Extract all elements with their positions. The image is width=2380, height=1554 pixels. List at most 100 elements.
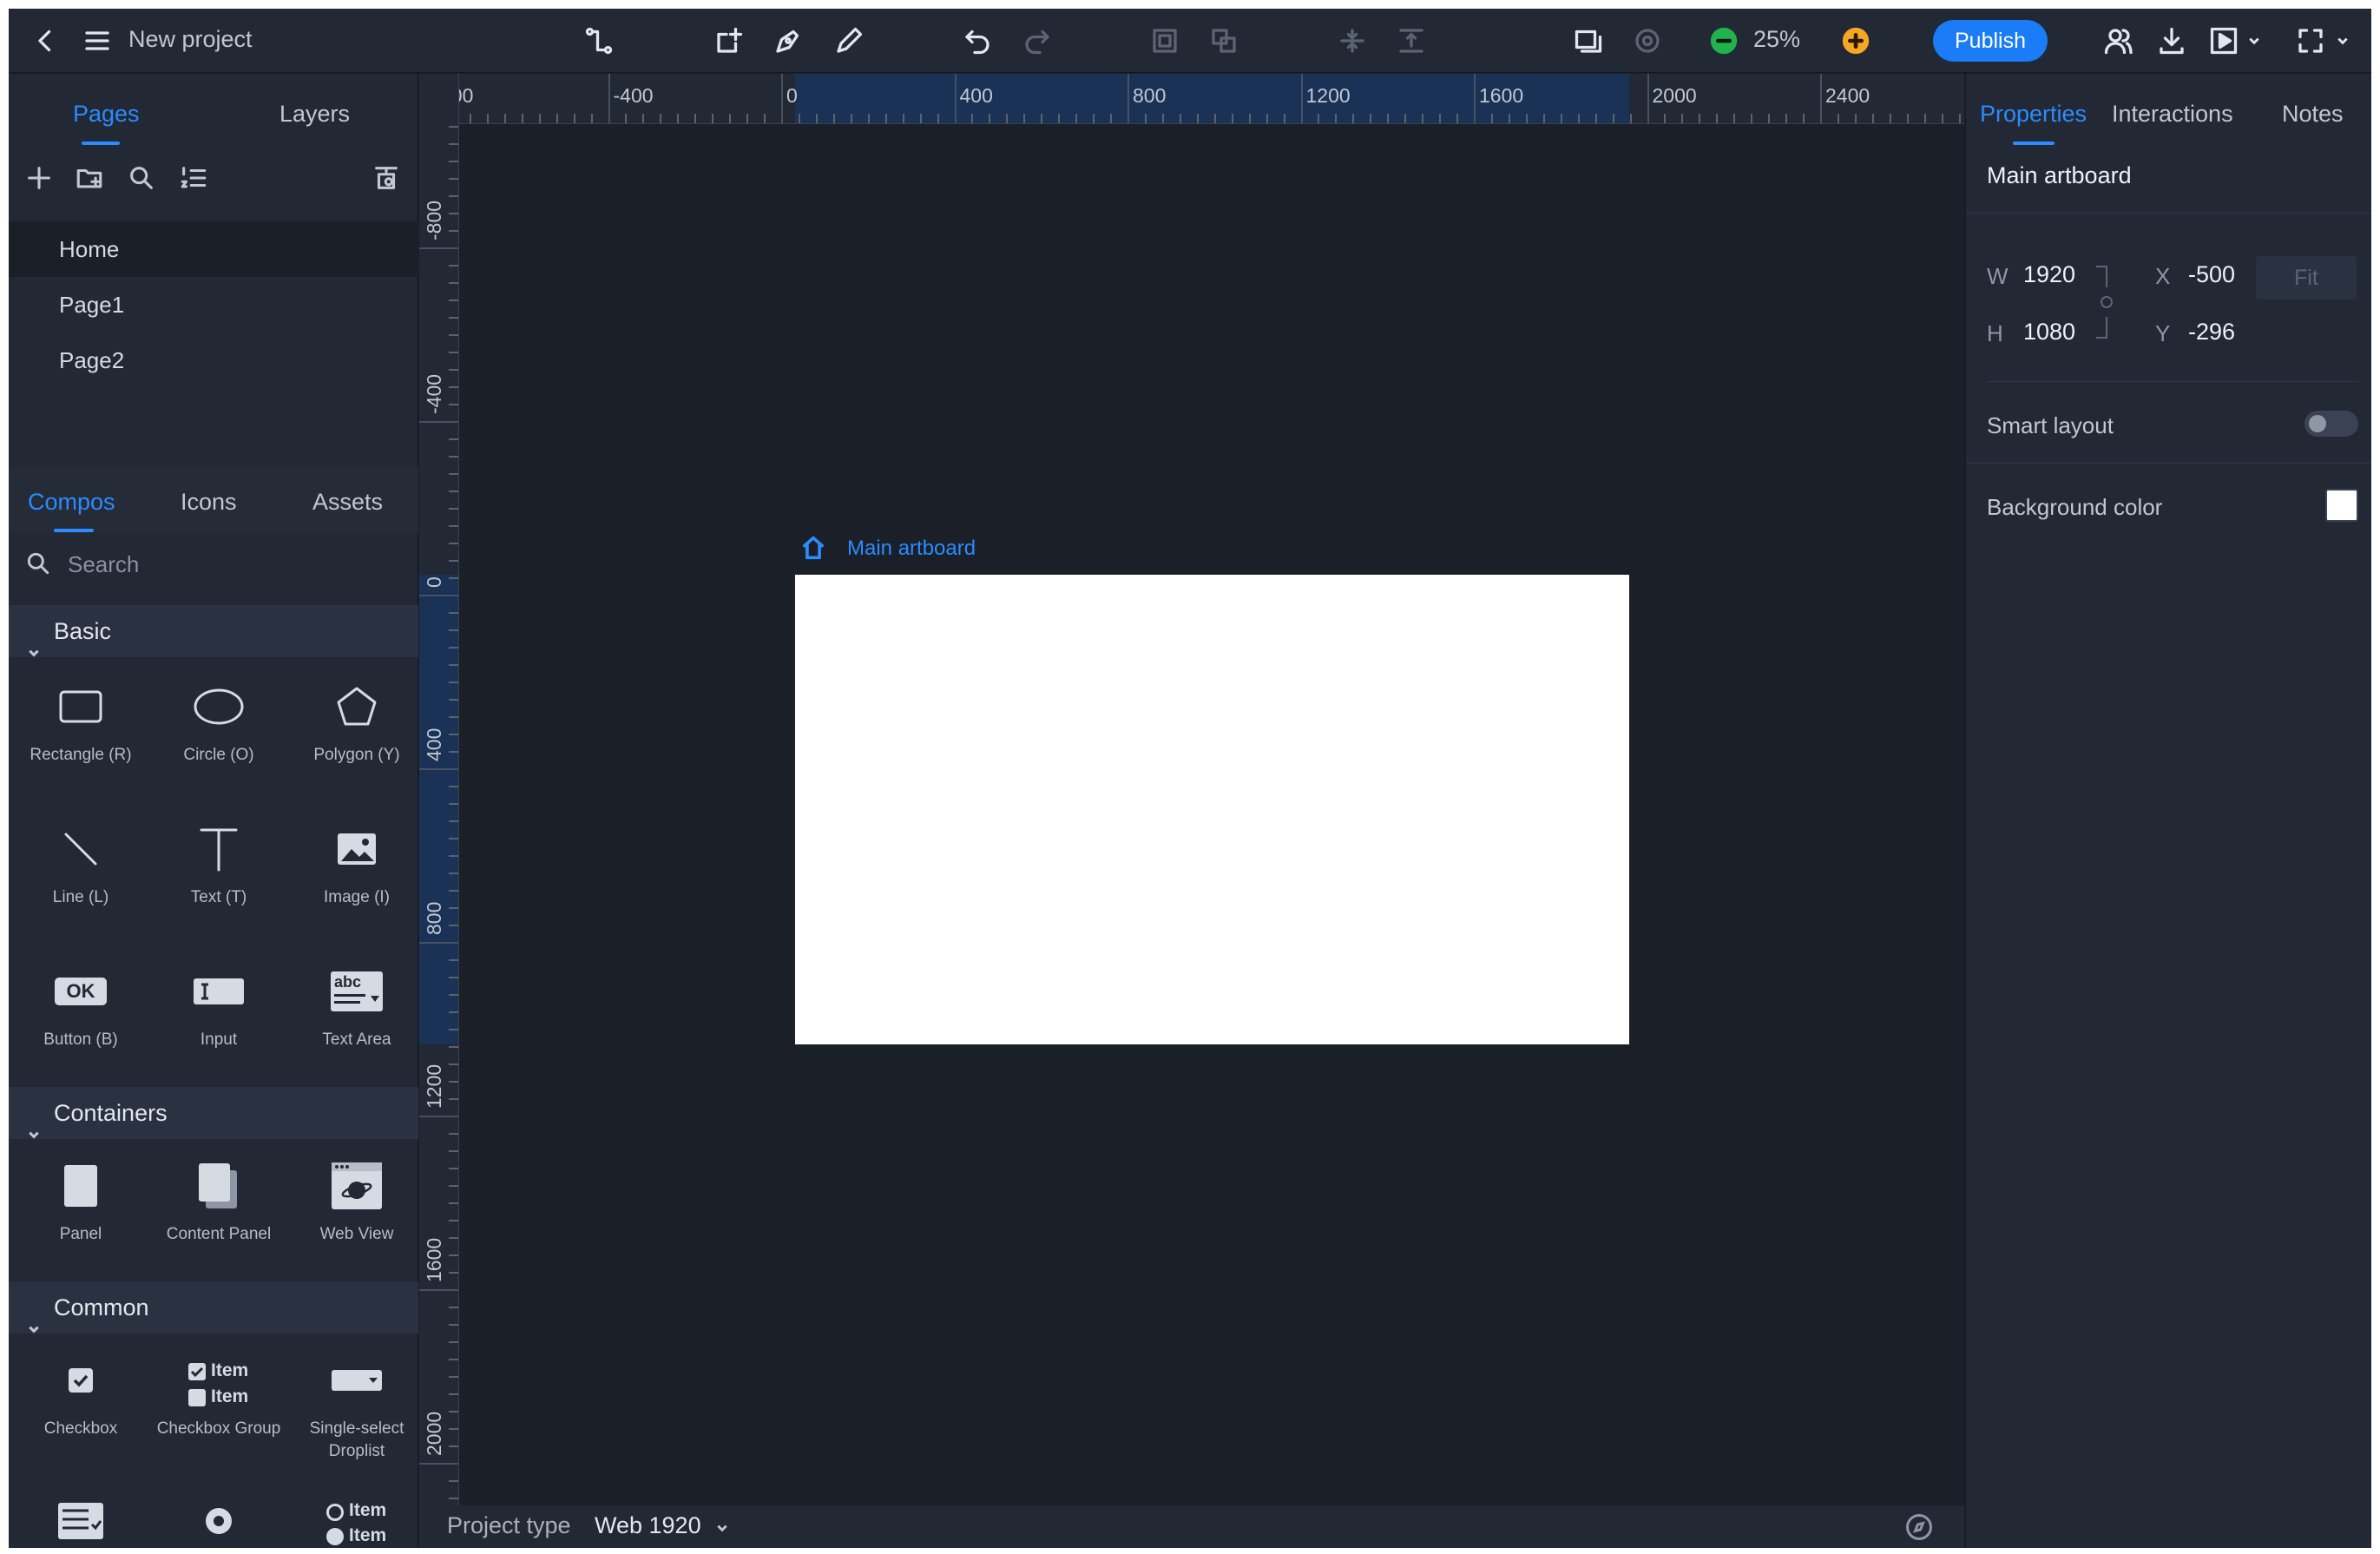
fit-button[interactable]: Fit [2256, 256, 2357, 300]
chevron-down-icon[interactable] [716, 1522, 728, 1534]
page-settings-icon[interactable] [371, 163, 401, 193]
collaborators-icon[interactable] [2101, 23, 2135, 58]
width-field[interactable]: 1920 [2023, 261, 2075, 288]
radio-group-icon: Item Item [313, 1491, 400, 1548]
page-order-icon[interactable] [179, 163, 208, 193]
app-window: New project 25% Publish Pages Layers Hom… [9, 9, 2371, 1548]
ruler-tick [1161, 114, 1164, 123]
artboard-label[interactable]: Main artboard [847, 537, 976, 561]
ruler-tick [449, 1341, 458, 1343]
ruler-tick [573, 114, 575, 123]
ruler-tick [486, 114, 489, 123]
comp-checkbox-group[interactable]: Item Item Checkbox Group [150, 1338, 287, 1468]
comp-button[interactable]: OK Button (B) [12, 949, 149, 1079]
page-item-home[interactable]: Home [9, 221, 418, 277]
pen-icon[interactable] [771, 23, 805, 58]
device-frame-icon[interactable] [1571, 23, 1606, 58]
comp-content-panel[interactable]: Content Panel [150, 1143, 287, 1274]
download-icon[interactable] [2154, 23, 2189, 58]
project-type-select[interactable]: Web 1920 [595, 1512, 701, 1539]
ruler-tick [1751, 114, 1753, 123]
comp-rectangle[interactable]: Rectangle (R) [12, 664, 149, 794]
ruler-tick [449, 1063, 458, 1065]
smart-layout-toggle[interactable] [2304, 411, 2358, 437]
tab-interactions[interactable]: Interactions [2112, 101, 2233, 128]
comp-radio[interactable] [150, 1478, 287, 1548]
x-field[interactable]: -500 [2188, 261, 2235, 288]
comp-input[interactable]: Input [150, 949, 287, 1079]
ruler-tick [815, 114, 818, 123]
ruler-tick [1006, 114, 1009, 123]
checkbox-icon [37, 1350, 124, 1411]
checkbox-group-icon: Item Item [175, 1350, 262, 1411]
preview-dropdown-icon[interactable] [2248, 35, 2260, 47]
fullscreen-dropdown-icon[interactable] [2337, 35, 2349, 47]
link-proportions-icon[interactable] [2093, 263, 2119, 341]
page-item-page2[interactable]: Page2 [9, 333, 418, 388]
comp-text-area[interactable]: abc Text Area [288, 949, 425, 1079]
tab-assets[interactable]: Assets [312, 489, 383, 516]
ruler-tick [449, 491, 458, 492]
component-search[interactable]: Search [9, 534, 418, 595]
connector-icon[interactable] [582, 23, 616, 58]
tab-compos[interactable]: Compos [28, 489, 115, 516]
add-folder-icon[interactable] [75, 163, 104, 193]
search-pages-icon[interactable] [127, 163, 156, 193]
comp-panel[interactable]: Panel [12, 1143, 149, 1274]
settings-circle-icon[interactable] [1630, 23, 1665, 58]
section-common[interactable]: Common [9, 1281, 418, 1333]
ruler-tick [449, 1376, 458, 1378]
ruler-tick [884, 114, 887, 123]
comp-radio-group[interactable]: Item Item [288, 1478, 425, 1548]
radio-icon [175, 1491, 262, 1548]
x-label: X [2155, 263, 2171, 289]
comp-text[interactable]: Text (T) [150, 807, 287, 937]
comp-checkbox[interactable]: Checkbox [12, 1338, 149, 1468]
zoom-level[interactable]: 25% [1753, 26, 1800, 53]
back-icon[interactable] [28, 23, 62, 58]
fullscreen-icon[interactable] [2293, 23, 2328, 58]
project-title[interactable]: New project [128, 26, 253, 53]
page-item-page1[interactable]: Page1 [9, 277, 418, 333]
zoom-out-icon[interactable] [1706, 23, 1741, 58]
tab-icons[interactable]: Icons [181, 489, 237, 516]
section-basic[interactable]: Basic [9, 605, 418, 657]
comp-web-view[interactable]: Web View [288, 1143, 425, 1274]
background-color-swatch[interactable] [2325, 489, 2358, 522]
add-page-icon[interactable] [24, 163, 54, 193]
ruler-label: 800 [1133, 84, 1167, 107]
comp-list[interactable] [12, 1478, 149, 1548]
compass-icon[interactable] [1903, 1511, 1935, 1543]
publish-button[interactable]: Publish [1933, 20, 2048, 62]
ruler-tick [937, 114, 939, 123]
section-containers[interactable]: Containers [9, 1087, 418, 1139]
tab-notes[interactable]: Notes [2282, 101, 2344, 128]
ruler-tick [449, 977, 458, 978]
align-middle-icon[interactable] [1335, 23, 1370, 58]
comp-polygon[interactable]: Polygon (Y) [288, 664, 425, 794]
add-artboard-icon[interactable] [712, 23, 746, 58]
height-field[interactable]: 1080 [2023, 319, 2075, 346]
redo-icon[interactable] [1020, 23, 1055, 58]
pencil-icon[interactable] [832, 23, 866, 58]
tab-properties[interactable]: Properties [1980, 101, 2087, 128]
ungroup-icon[interactable] [1206, 23, 1241, 58]
ruler-tick [419, 1289, 458, 1291]
ruler-tick [449, 716, 458, 718]
comp-line[interactable]: Line (L) [12, 807, 149, 937]
preview-play-icon[interactable] [2206, 23, 2241, 58]
comp-single-select-droplist[interactable]: Single-select Droplist [288, 1338, 425, 1468]
distribute-icon[interactable] [1394, 23, 1429, 58]
comp-image[interactable]: Image (I) [288, 807, 425, 937]
ruler-tick [1283, 114, 1285, 123]
undo-icon[interactable] [960, 23, 995, 58]
tab-pages[interactable]: Pages [73, 101, 140, 128]
main-artboard[interactable] [795, 575, 1629, 1044]
top-toolbar: New project 25% Publish [9, 9, 2371, 73]
tab-layers[interactable]: Layers [279, 101, 350, 128]
menu-icon[interactable] [80, 23, 115, 58]
zoom-in-icon[interactable] [1838, 23, 1873, 58]
group-icon[interactable] [1147, 23, 1182, 58]
y-field[interactable]: -296 [2188, 319, 2235, 346]
comp-circle[interactable]: Circle (O) [150, 664, 287, 794]
